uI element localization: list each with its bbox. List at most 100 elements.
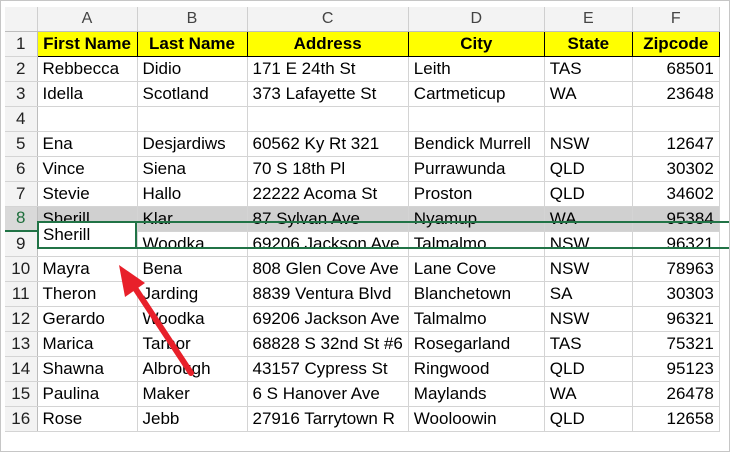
cell-city[interactable]: Cartmeticup [408, 81, 545, 107]
cell-last-name[interactable]: Scotland [137, 81, 248, 107]
row-header[interactable]: 10 [5, 256, 38, 282]
cell-first-name[interactable] [37, 106, 138, 132]
cell-first-name[interactable]: Vince [37, 156, 138, 182]
cell-first-name-header[interactable]: First Name [37, 30, 138, 57]
cell-last-name[interactable]: Woodka [137, 231, 248, 257]
cell-state-header[interactable]: State [544, 30, 633, 57]
cell-state[interactable]: WA [544, 81, 633, 107]
cell-state[interactable]: TAS [544, 56, 633, 82]
cell-last-name[interactable]: Tarbor [137, 331, 248, 357]
row-header[interactable]: 8 [5, 206, 38, 232]
row-header[interactable]: 13 [5, 331, 38, 357]
column-header-a[interactable]: A [37, 7, 138, 32]
row-header[interactable]: 16 [5, 406, 38, 432]
cell-zipcode[interactable]: 30302 [632, 156, 720, 182]
cell-last-name[interactable]: Woodka [137, 306, 248, 332]
cell-city[interactable] [408, 106, 545, 132]
cell-first-name[interactable]: Gerardo [37, 231, 138, 257]
cell-address[interactable]: 68828 S 32nd St #6 [247, 331, 409, 357]
cell-address[interactable]: 8839 Ventura Blvd [247, 281, 409, 307]
cell-zipcode[interactable]: 95123 [632, 356, 720, 382]
cell-state[interactable]: WA [544, 381, 633, 407]
cell-state[interactable]: QLD [544, 356, 633, 382]
cell-last-name[interactable]: Didio [137, 56, 248, 82]
cell-zipcode[interactable]: 30303 [632, 281, 720, 307]
column-header-b[interactable]: B [137, 7, 248, 32]
cell-zipcode[interactable]: 96321 [632, 231, 720, 257]
row-header[interactable]: 1 [5, 31, 38, 57]
cell-last-name[interactable]: Siena [137, 156, 248, 182]
cell-address[interactable]: 60562 Ky Rt 321 [247, 131, 409, 157]
cell-last-name[interactable]: Jebb [137, 406, 248, 432]
cell-first-name[interactable]: Marica [37, 331, 138, 357]
cell-last-name[interactable]: Maker [137, 381, 248, 407]
cell-last-name[interactable]: Klar [137, 206, 248, 232]
row-header[interactable]: 5 [5, 131, 38, 157]
cell-city[interactable]: Purrawunda [408, 156, 545, 182]
cell-address[interactable]: 87 Sylvan Ave [247, 206, 409, 232]
cell-first-name[interactable]: Rose [37, 406, 138, 432]
cell-city[interactable]: Blanchetown [408, 281, 545, 307]
cell-state[interactable]: NSW [544, 231, 633, 257]
cell-city[interactable]: Proston [408, 181, 545, 207]
cell-state[interactable]: NSW [544, 256, 633, 282]
cell-zipcode[interactable]: 96321 [632, 306, 720, 332]
column-header-c[interactable]: C [247, 7, 409, 32]
cell-last-name-header[interactable]: Last Name [137, 30, 248, 57]
cell-first-name[interactable]: Idella [37, 81, 138, 107]
cell-city[interactable]: Leith [408, 56, 545, 82]
row-header[interactable]: 4 [5, 106, 38, 132]
cell-address[interactable] [247, 106, 409, 132]
cell-first-name[interactable]: Mayra [37, 256, 138, 282]
cell-state[interactable]: QLD [544, 406, 633, 432]
cell-zipcode[interactable]: 12658 [632, 406, 720, 432]
row-header[interactable]: 9 [5, 231, 38, 257]
cell-address[interactable]: 171 E 24th St [247, 56, 409, 82]
cell-city[interactable]: Maylands [408, 381, 545, 407]
cell-city[interactable]: Lane Cove [408, 256, 545, 282]
cell-address[interactable]: 808 Glen Cove Ave [247, 256, 409, 282]
cell-zipcode[interactable]: 23648 [632, 81, 720, 107]
cell-address[interactable]: 373 Lafayette St [247, 81, 409, 107]
cell-first-name[interactable]: Stevie [37, 181, 138, 207]
cell-last-name[interactable]: Bena [137, 256, 248, 282]
cell-city[interactable]: Talmalmo [408, 306, 545, 332]
cell-last-name[interactable] [137, 106, 248, 132]
cell-state[interactable]: QLD [544, 156, 633, 182]
cell-zipcode[interactable]: 26478 [632, 381, 720, 407]
column-header-f[interactable]: F [632, 7, 720, 32]
cell-first-name[interactable]: Gerardo [37, 306, 138, 332]
cell-zipcode[interactable]: 68501 [632, 56, 720, 82]
column-header-e[interactable]: E [544, 7, 633, 32]
cell-zipcode[interactable]: 75321 [632, 331, 720, 357]
cell-address[interactable]: 6 S Hanover Ave [247, 381, 409, 407]
cell-address[interactable]: 43157 Cypress St [247, 356, 409, 382]
cell-address[interactable]: 69206 Jackson Ave [247, 231, 409, 257]
row-header[interactable]: 2 [5, 56, 38, 82]
cell-first-name[interactable]: Ena [37, 131, 138, 157]
cell-first-name[interactable]: Sherill [37, 206, 138, 232]
cell-first-name[interactable]: Rebbecca [37, 56, 138, 82]
cell-last-name[interactable]: Hallo [137, 181, 248, 207]
row-header[interactable]: 12 [5, 306, 38, 332]
cell-zipcode[interactable]: 78963 [632, 256, 720, 282]
cell-address[interactable]: 27916 Tarrytown R [247, 406, 409, 432]
cell-first-name[interactable]: Paulina [37, 381, 138, 407]
cell-state[interactable]: QLD [544, 181, 633, 207]
row-header[interactable]: 14 [5, 356, 38, 382]
cell-state[interactable]: SA [544, 281, 633, 307]
cell-address[interactable]: 70 S 18th Pl [247, 156, 409, 182]
cell-city[interactable]: Rosegarland [408, 331, 545, 357]
cell-state[interactable]: NSW [544, 306, 633, 332]
cell-address[interactable]: 22222 Acoma St [247, 181, 409, 207]
cell-zipcode[interactable]: 95384 [632, 206, 720, 232]
select-all-corner[interactable] [5, 7, 38, 32]
cell-first-name[interactable]: Theron [37, 281, 138, 307]
row-header[interactable]: 11 [5, 281, 38, 307]
cell-zipcode[interactable]: 12647 [632, 131, 720, 157]
row-header[interactable]: 15 [5, 381, 38, 407]
cell-city[interactable]: Wooloowin [408, 406, 545, 432]
cell-first-name[interactable]: Shawna [37, 356, 138, 382]
cell-city[interactable]: Ringwood [408, 356, 545, 382]
cell-address-header[interactable]: Address [247, 30, 409, 57]
